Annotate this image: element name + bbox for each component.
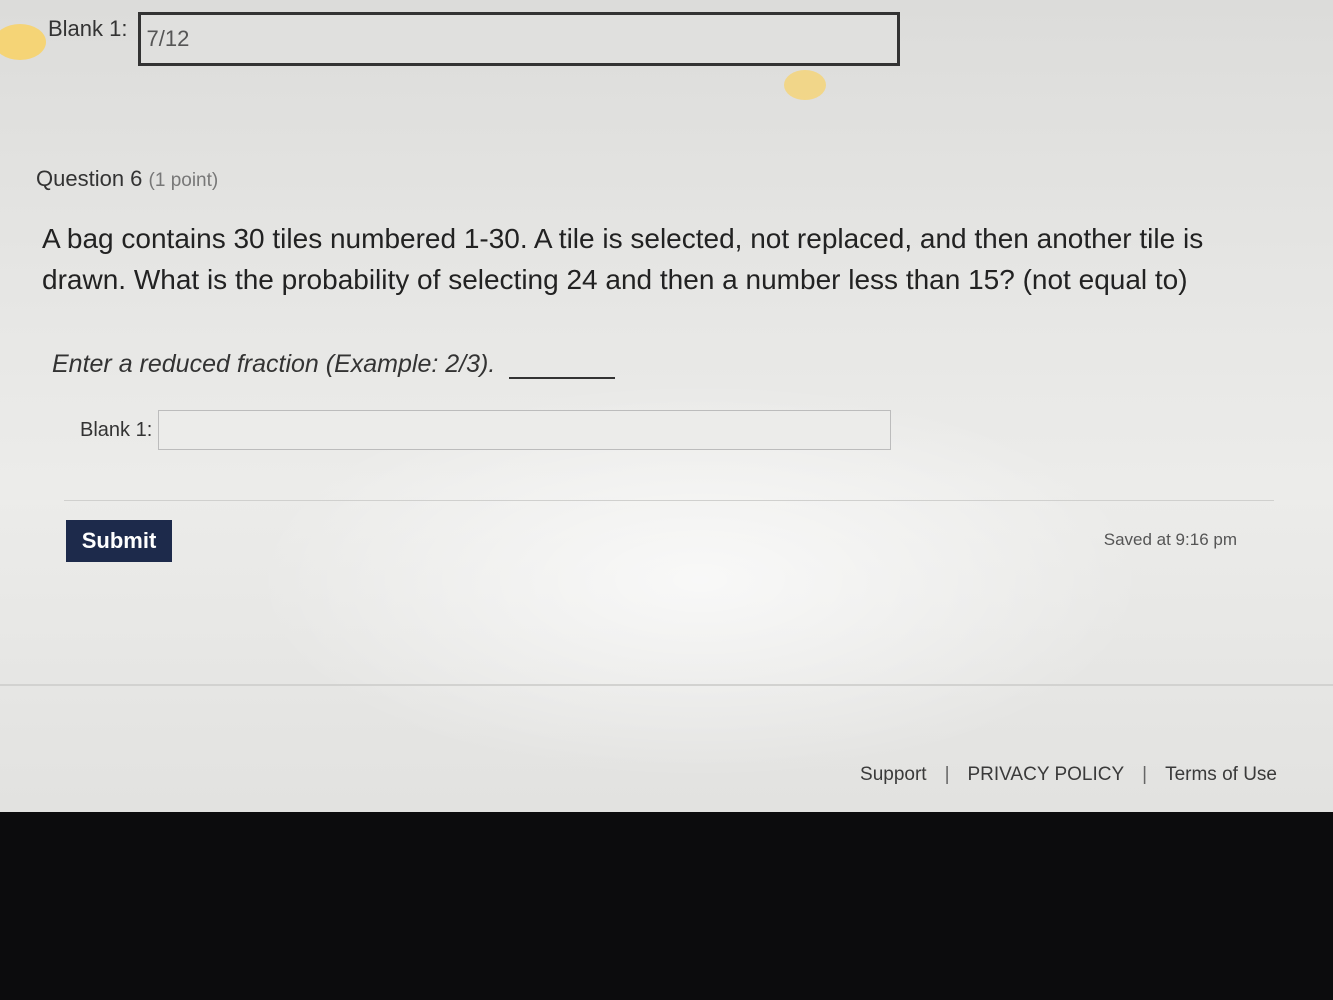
footer-divider (0, 684, 1333, 686)
light-reflection (0, 24, 46, 60)
saved-status: Saved at 9:16 pm (1103, 530, 1237, 549)
question-instruction: Enter a reduced fraction (Example: 2/3). (52, 350, 496, 378)
answer-blank-label: Blank 1: (80, 418, 153, 441)
question-number: Question 6 (36, 166, 143, 191)
question-instruction-row: Enter a reduced fraction (Example: 2/3). (52, 349, 616, 379)
question-text: A bag contains 30 tiles numbered 1-30. A… (42, 223, 1204, 295)
previous-blank-row: Blank 1: (48, 10, 900, 66)
section-divider (64, 500, 1274, 501)
footer-links: Support | PRIVACY POLICY | Terms of Use (860, 764, 1277, 786)
light-reflection (784, 70, 826, 100)
footer-separator: | (944, 764, 950, 785)
answer-blank-input[interactable] (158, 410, 892, 450)
previous-blank-input[interactable] (137, 12, 900, 66)
submit-button[interactable]: Submit (66, 520, 172, 562)
previous-blank-label: Blank 1: (48, 16, 128, 41)
terms-of-use-link[interactable]: Terms of Use (1165, 764, 1277, 786)
footer-separator: | (1142, 764, 1148, 785)
question-points: (1 point) (148, 170, 219, 191)
answer-blank-row: Blank 1: (80, 410, 892, 450)
answer-underline (509, 349, 616, 379)
quiz-page: Blank 1: Question 6 (1 point) A bag cont… (0, 0, 1333, 812)
question-header: Question 6 (1 point) (36, 166, 218, 192)
privacy-policy-link[interactable]: PRIVACY POLICY (968, 764, 1125, 786)
monitor-bezel (0, 812, 1333, 1000)
support-link[interactable]: Support (860, 764, 927, 786)
